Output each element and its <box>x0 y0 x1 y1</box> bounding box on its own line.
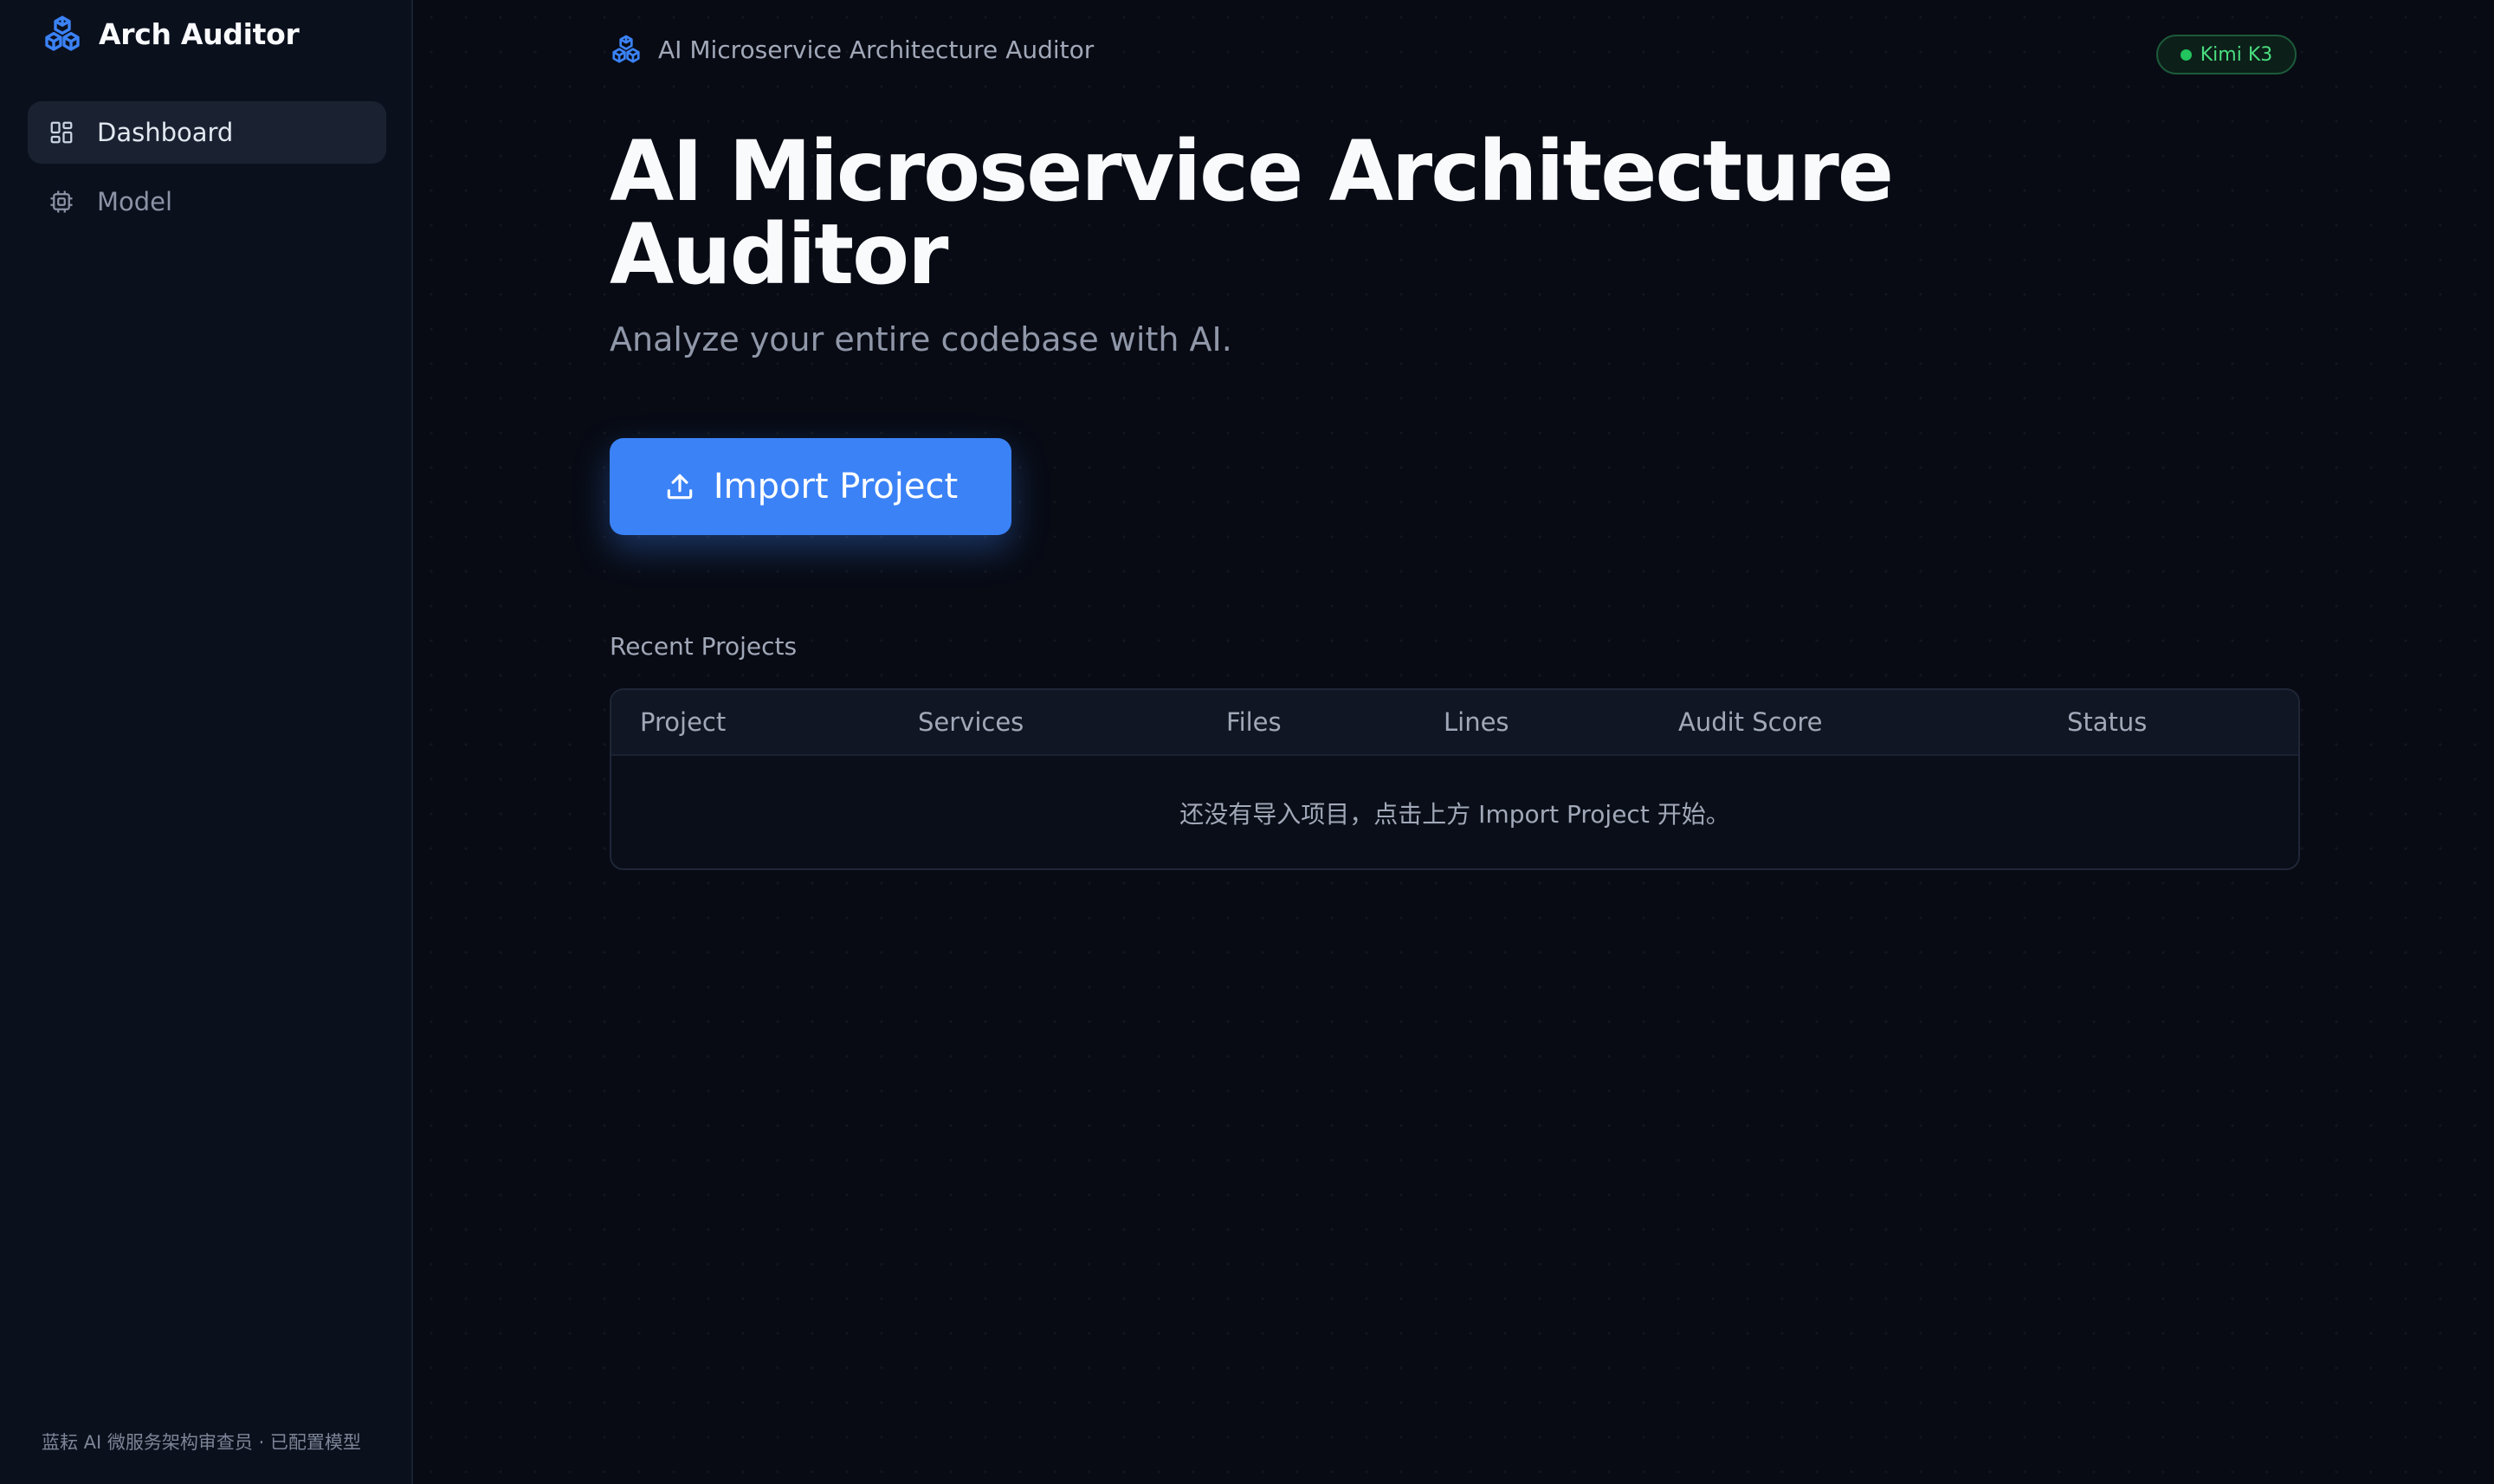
column-header-services[interactable]: Services <box>918 690 1024 754</box>
sidebar-nav: Dashboard Model <box>28 101 386 240</box>
empty-state-message: 还没有导入项目，点击上方 Import Project 开始。 <box>1179 800 1730 829</box>
sidebar-item-label: Dashboard <box>97 118 234 147</box>
sidebar-item-dashboard[interactable]: Dashboard <box>28 101 386 164</box>
brand[interactable]: Arch Auditor <box>42 12 300 55</box>
header: AI Microservice Architecture Auditor <box>610 33 1094 66</box>
app-window: Arch Auditor Dashboard Model 蓝耘 AI 微服务架构… <box>0 0 2494 1484</box>
column-header-project[interactable]: Project <box>640 690 726 754</box>
import-project-label: Import Project <box>713 467 959 506</box>
model-status-badge[interactable]: Kimi K3 <box>2156 35 2297 74</box>
cpu-chip-icon <box>50 190 73 213</box>
upload-icon <box>667 474 693 500</box>
column-header-audit-score[interactable]: Audit Score <box>1678 690 1823 754</box>
import-project-button[interactable]: Import Project <box>610 438 1011 535</box>
brand-name: Arch Auditor <box>99 16 300 51</box>
table-header: Project Services Files Lines Audit Score… <box>611 690 2298 756</box>
column-header-lines[interactable]: Lines <box>1444 690 1509 754</box>
cubes-logo-icon <box>45 16 80 51</box>
header-title: AI Microservice Architecture Auditor <box>658 35 1095 64</box>
model-badge-label: Kimi K3 <box>2200 43 2273 66</box>
sidebar-item-label: Model <box>97 187 173 216</box>
recent-projects-heading: Recent Projects <box>610 632 798 661</box>
page-title: AI Microservice Architecture Auditor <box>610 123 1894 303</box>
main-content: AI Microservice Architecture Auditor Kim… <box>414 0 2494 1484</box>
page-subtitle: Analyze your entire codebase with AI. <box>610 320 1232 358</box>
sidebar: Arch Auditor Dashboard Model 蓝耘 AI 微服务架构… <box>0 0 413 1484</box>
dashboard-grid-icon <box>50 121 73 144</box>
column-header-files[interactable]: Files <box>1226 690 1282 754</box>
status-dot-icon <box>2180 48 2192 61</box>
sidebar-footer: 蓝耘 AI 微服务架构审查员 · 已配置模型 <box>42 1432 361 1453</box>
sidebar-item-model[interactable]: Model <box>28 171 386 233</box>
column-header-status[interactable]: Status <box>2067 690 2147 754</box>
recent-projects-table: Project Services Files Lines Audit Score… <box>610 688 2300 870</box>
cubes-logo-icon <box>612 35 640 63</box>
